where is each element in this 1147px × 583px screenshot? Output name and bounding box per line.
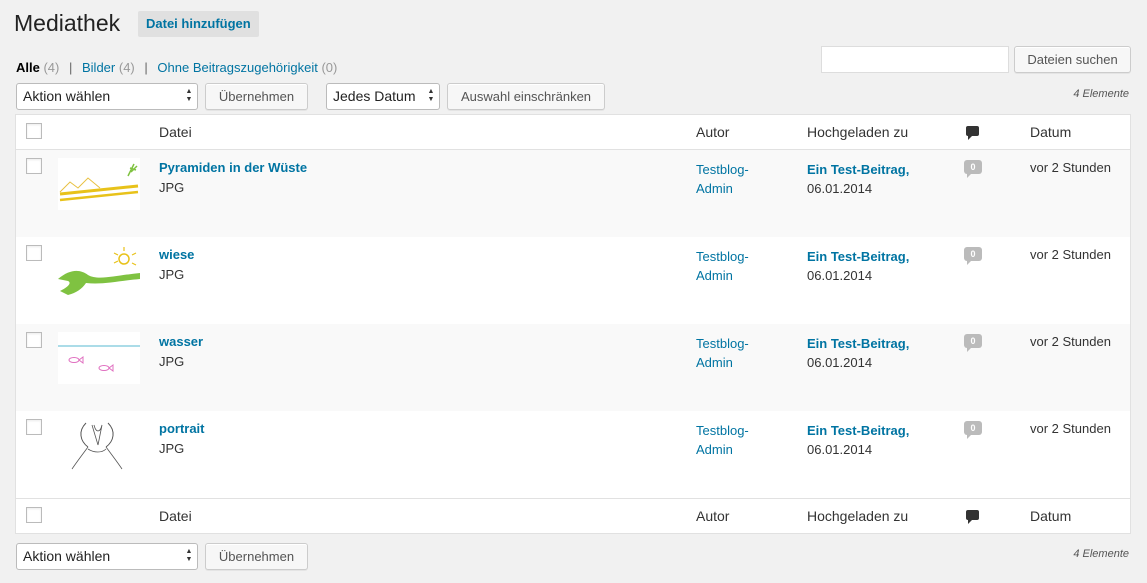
table-row: wiese JPG Testblog- Admin Ein Test-Beitr…: [16, 237, 1130, 324]
author-line: Testblog-: [696, 162, 749, 177]
file-type: JPG: [159, 267, 185, 282]
file-type: JPG: [159, 354, 185, 369]
filter-all-link[interactable]: Alle: [16, 60, 40, 75]
row-checkbox[interactable]: [26, 332, 42, 348]
apply-button-bottom[interactable]: Übernehmen: [205, 543, 308, 570]
parent-post-link[interactable]: Ein Test-Beitrag,: [807, 160, 909, 179]
table-footer: Datei Autor Hochgeladen zu Datum: [16, 498, 1130, 533]
filter-separator: |: [144, 60, 148, 75]
select-all-checkbox-bottom[interactable]: [26, 507, 42, 523]
page-title: Mediathek: [14, 10, 121, 36]
row-checkbox[interactable]: [26, 245, 42, 261]
filter-separator: |: [68, 60, 73, 75]
filter-unattached-count: (0): [321, 60, 338, 75]
attached-to: Ein Test-Beitrag, 06.01.2014: [807, 421, 909, 459]
thumbnail-pyramids[interactable]: [58, 158, 140, 210]
filter-images-link[interactable]: Bilder: [82, 60, 115, 75]
filter-button[interactable]: Auswahl einschränken: [447, 83, 605, 110]
author-link[interactable]: Testblog- Admin: [696, 160, 776, 198]
search-input[interactable]: [821, 46, 1009, 73]
column-date[interactable]: Datum: [1030, 508, 1071, 524]
thumbnail-meadow[interactable]: [58, 245, 140, 297]
comment-bubble-icon[interactable]: [966, 510, 979, 524]
column-author: Autor: [696, 124, 730, 140]
author-line: Testblog-: [696, 249, 749, 264]
attached-to: Ein Test-Beitrag, 06.01.2014: [807, 247, 909, 285]
file-type: JPG: [159, 441, 185, 456]
parent-post-date: 06.01.2014: [807, 355, 873, 370]
author-line: Testblog-: [696, 336, 749, 351]
upload-date: vor 2 Stunden: [1030, 421, 1111, 436]
apply-button[interactable]: Übernehmen: [205, 83, 308, 110]
parent-post-link[interactable]: Ein Test-Beitrag,: [807, 421, 909, 440]
bulk-action-selected: Aktion wählen: [23, 88, 111, 104]
column-attached[interactable]: Hochgeladen zu: [807, 508, 908, 524]
upload-date: vor 2 Stunden: [1030, 334, 1111, 349]
parent-post-date: 06.01.2014: [807, 181, 873, 196]
column-date[interactable]: Datum: [1030, 124, 1071, 140]
author-line: Admin: [696, 442, 733, 457]
date-filter-select[interactable]: Jedes Datum ▲ ▼: [326, 83, 440, 110]
file-title-link[interactable]: wiese: [159, 247, 194, 262]
file-title-link[interactable]: wasser: [159, 334, 203, 349]
attached-to: Ein Test-Beitrag, 06.01.2014: [807, 160, 909, 198]
comment-count-badge[interactable]: 0: [964, 334, 982, 352]
media-table: Datei Autor Hochgeladen zu Datum Pyramid…: [15, 114, 1131, 534]
author-line: Testblog-: [696, 423, 749, 438]
column-file[interactable]: Datei: [159, 124, 192, 140]
filter-images-count: (4): [118, 60, 135, 75]
column-file[interactable]: Datei: [159, 508, 192, 524]
author-link[interactable]: Testblog- Admin: [696, 334, 776, 372]
table-row: portrait JPG Testblog- Admin Ein Test-Be…: [16, 411, 1130, 498]
attached-to: Ein Test-Beitrag, 06.01.2014: [807, 334, 909, 372]
row-checkbox[interactable]: [26, 419, 42, 435]
bulk-action-select[interactable]: Aktion wählen ▲ ▼: [16, 83, 198, 110]
date-filter-selected: Jedes Datum: [333, 88, 416, 104]
add-new-file-button[interactable]: Datei hinzufügen: [138, 11, 259, 37]
select-arrows-icon: ▲ ▼: [185, 88, 193, 103]
bulk-action-selected: Aktion wählen: [23, 548, 111, 564]
search-files-button[interactable]: Dateien suchen: [1014, 46, 1131, 73]
table-row: Pyramiden in der Wüste JPG Testblog- Adm…: [16, 150, 1130, 237]
author-line: Admin: [696, 355, 733, 370]
parent-post-link[interactable]: Ein Test-Beitrag,: [807, 334, 909, 353]
select-arrows-icon: ▲ ▼: [185, 548, 193, 563]
column-author: Autor: [696, 508, 730, 524]
parent-post-date: 06.01.2014: [807, 442, 873, 457]
file-title-link[interactable]: portrait: [159, 421, 205, 436]
select-all-checkbox[interactable]: [26, 123, 42, 139]
items-count-bottom: 4 Elemente: [1073, 548, 1129, 560]
table-row: wasser JPG Testblog- Admin Ein Test-Beit…: [16, 324, 1130, 411]
parent-post-link[interactable]: Ein Test-Beitrag,: [807, 247, 909, 266]
author-line: Admin: [696, 181, 733, 196]
table-header: Datei Autor Hochgeladen zu Datum: [16, 115, 1130, 150]
column-attached[interactable]: Hochgeladen zu: [807, 124, 908, 140]
thumbnail-portrait[interactable]: [58, 419, 140, 471]
comment-count-badge[interactable]: 0: [964, 160, 982, 178]
row-checkbox[interactable]: [26, 158, 42, 174]
filter-all-count: (4): [43, 60, 60, 75]
parent-post-date: 06.01.2014: [807, 268, 873, 283]
comment-bubble-icon[interactable]: [966, 126, 979, 140]
select-arrows-icon: ▲ ▼: [427, 88, 435, 103]
file-title-link[interactable]: Pyramiden in der Wüste: [159, 160, 307, 175]
comment-count-badge[interactable]: 0: [964, 247, 982, 265]
upload-date: vor 2 Stunden: [1030, 247, 1111, 262]
upload-date: vor 2 Stunden: [1030, 160, 1111, 175]
author-link[interactable]: Testblog- Admin: [696, 421, 776, 459]
thumbnail-water[interactable]: [58, 332, 140, 384]
bulk-action-select-bottom[interactable]: Aktion wählen ▲ ▼: [16, 543, 198, 570]
author-line: Admin: [696, 268, 733, 283]
filter-unattached-link[interactable]: Ohne Beitragszugehörigkeit: [157, 60, 317, 75]
file-type: JPG: [159, 180, 185, 195]
author-link[interactable]: Testblog- Admin: [696, 247, 776, 285]
items-count: 4 Elemente: [1073, 88, 1129, 100]
comment-count-badge[interactable]: 0: [964, 421, 982, 439]
filter-links: Alle (4) | Bilder (4) | Ohne Beitragszug…: [16, 60, 337, 76]
